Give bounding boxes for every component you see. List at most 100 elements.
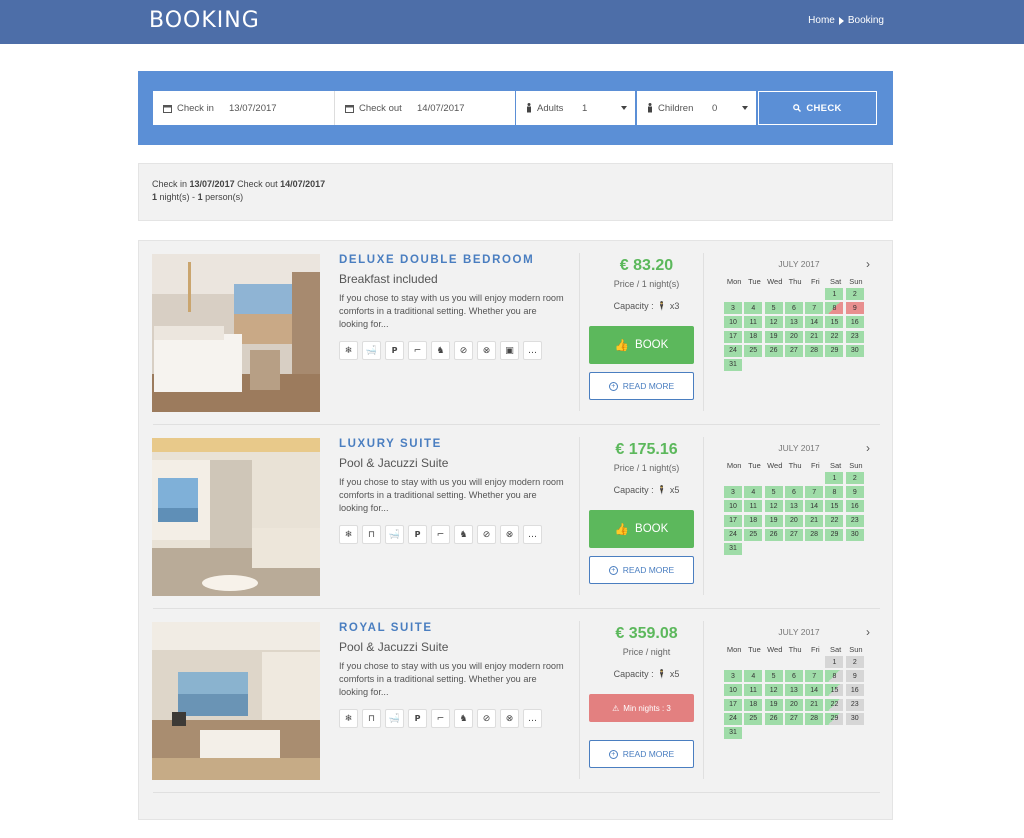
calendar-day[interactable]: 4	[744, 486, 763, 499]
calendar-day[interactable]: 8	[825, 486, 844, 499]
breadcrumb-home-link[interactable]: Home	[808, 15, 835, 26]
calendar-day[interactable]: 16	[845, 684, 864, 697]
calendar-day[interactable]: 29	[825, 344, 844, 357]
calendar-day[interactable]: 28	[805, 528, 824, 541]
calendar-day[interactable]: 21	[805, 330, 824, 343]
children-select[interactable]: Children 0	[637, 91, 756, 125]
calendar-day[interactable]: 18	[744, 698, 763, 711]
checkin-field[interactable]: Check in 13/07/2017	[153, 91, 334, 125]
calendar-day[interactable]: 7	[805, 302, 824, 315]
calendar-day[interactable]: 16	[845, 316, 864, 329]
more-icon[interactable]: …	[523, 709, 542, 728]
calendar-day[interactable]: 21	[805, 514, 824, 527]
calendar-day[interactable]: 25	[744, 344, 763, 357]
calendar-day[interactable]: 13	[784, 316, 803, 329]
calendar-day[interactable]: 4	[744, 302, 763, 315]
calendar-day[interactable]: 10	[724, 500, 742, 513]
check-button[interactable]: CHECK	[758, 91, 877, 125]
calendar-day[interactable]: 28	[805, 344, 824, 357]
calendar-day[interactable]: 14	[805, 684, 824, 697]
calendar-day[interactable]: 7	[805, 670, 824, 683]
calendar-day[interactable]: 27	[784, 344, 803, 357]
calendar-day[interactable]: 18	[744, 514, 763, 527]
calendar-day[interactable]: 10	[724, 684, 742, 697]
book-button[interactable]: 👍 BOOK	[589, 510, 694, 548]
calendar-day[interactable]: 26	[764, 344, 783, 357]
calendar-day[interactable]: 18	[744, 330, 763, 343]
calendar-day[interactable]: 11	[744, 316, 763, 329]
calendar-day[interactable]: 1	[825, 288, 844, 300]
calendar-day[interactable]: 23	[845, 514, 864, 527]
calendar-day[interactable]: 20	[784, 330, 803, 343]
calendar-day[interactable]: 23	[845, 330, 864, 343]
calendar-day[interactable]: 8	[825, 670, 844, 683]
calendar-day[interactable]: 27	[784, 712, 803, 725]
calendar-day[interactable]: 31	[724, 358, 742, 371]
calendar-day[interactable]: 16	[845, 500, 864, 513]
calendar-day[interactable]: 1	[825, 656, 844, 668]
calendar-day[interactable]: 21	[805, 698, 824, 711]
calendar-day[interactable]: 5	[764, 486, 783, 499]
calendar-day[interactable]: 6	[784, 486, 803, 499]
chevron-right-icon[interactable]: ›	[866, 257, 870, 271]
calendar-day[interactable]: 28	[805, 712, 824, 725]
calendar-day[interactable]: 20	[784, 698, 803, 711]
calendar-day[interactable]: 4	[744, 670, 763, 683]
calendar-day[interactable]: 10	[724, 316, 742, 329]
calendar-day[interactable]: 29	[825, 712, 844, 725]
calendar-day[interactable]: 11	[744, 684, 763, 697]
calendar-day[interactable]: 12	[764, 316, 783, 329]
calendar-day[interactable]: 9	[845, 302, 864, 315]
calendar-day[interactable]: 15	[825, 316, 844, 329]
room-photo[interactable]	[152, 622, 320, 780]
room-name[interactable]: DELUXE DOUBLE BEDROOM	[339, 254, 534, 266]
calendar-day[interactable]: 20	[784, 514, 803, 527]
calendar-day[interactable]: 12	[764, 684, 783, 697]
checkout-field[interactable]: Check out 14/07/2017	[334, 91, 515, 125]
read-more-button[interactable]: + READ MORE	[589, 556, 694, 584]
more-icon[interactable]: …	[523, 341, 542, 360]
calendar-day[interactable]: 1	[825, 472, 844, 484]
read-more-button[interactable]: + READ MORE	[589, 740, 694, 768]
calendar-day[interactable]: 30	[845, 528, 864, 541]
calendar-day[interactable]: 5	[764, 670, 783, 683]
calendar-day[interactable]: 17	[724, 514, 742, 527]
book-button[interactable]: 👍 BOOK	[589, 326, 694, 364]
calendar-day[interactable]: 11	[744, 500, 763, 513]
calendar-day[interactable]: 6	[784, 670, 803, 683]
calendar-day[interactable]: 8	[825, 302, 844, 315]
room-photo[interactable]	[152, 438, 320, 596]
calendar-day[interactable]: 26	[764, 528, 783, 541]
calendar-day[interactable]: 24	[724, 344, 742, 357]
calendar-day[interactable]: 14	[805, 500, 824, 513]
calendar-day[interactable]: 12	[764, 500, 783, 513]
calendar-day[interactable]: 13	[784, 684, 803, 697]
calendar-day[interactable]: 24	[724, 712, 742, 725]
calendar-day[interactable]: 31	[724, 726, 742, 739]
chevron-right-icon[interactable]: ›	[866, 441, 870, 455]
calendar-day[interactable]: 22	[825, 514, 844, 527]
room-name[interactable]: ROYAL SUITE	[339, 622, 433, 634]
calendar-day[interactable]: 2	[845, 656, 864, 668]
calendar-day[interactable]: 17	[724, 698, 742, 711]
calendar-day[interactable]: 19	[764, 698, 783, 711]
calendar-day[interactable]: 2	[845, 288, 864, 300]
calendar-day[interactable]: 25	[744, 712, 763, 725]
calendar-day[interactable]: 30	[845, 712, 864, 725]
calendar-day[interactable]: 17	[724, 330, 742, 343]
chevron-right-icon[interactable]: ›	[866, 625, 870, 639]
calendar-day[interactable]: 30	[845, 344, 864, 357]
calendar-day[interactable]: 14	[805, 316, 824, 329]
calendar-day[interactable]: 3	[724, 302, 742, 315]
calendar-day[interactable]: 22	[825, 698, 844, 711]
room-name[interactable]: LUXURY SUITE	[339, 438, 442, 450]
calendar-day[interactable]: 15	[825, 500, 844, 513]
calendar-day[interactable]: 29	[825, 528, 844, 541]
calendar-day[interactable]: 31	[724, 542, 742, 555]
calendar-day[interactable]: 5	[764, 302, 783, 315]
calendar-day[interactable]: 6	[784, 302, 803, 315]
calendar-day[interactable]: 19	[764, 330, 783, 343]
calendar-day[interactable]: 26	[764, 712, 783, 725]
calendar-day[interactable]: 22	[825, 330, 844, 343]
adults-select[interactable]: Adults 1	[516, 91, 635, 125]
